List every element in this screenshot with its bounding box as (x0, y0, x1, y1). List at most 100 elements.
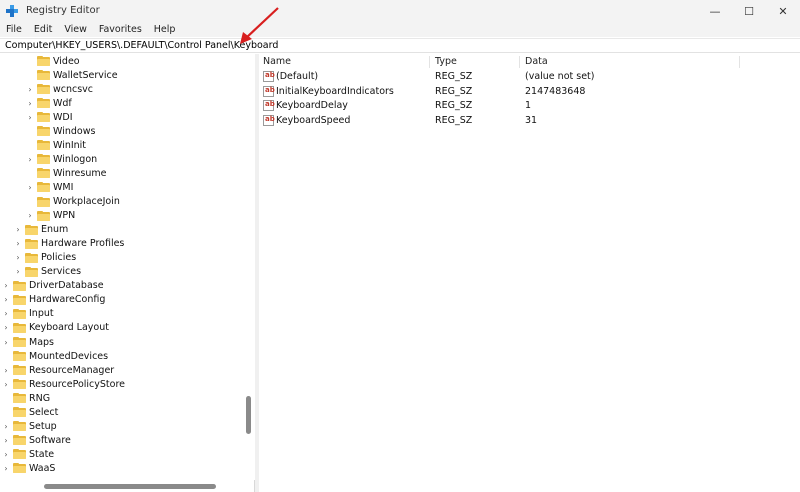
tree-item-label: Hardware Profiles (41, 238, 125, 250)
tree-item[interactable]: › Setup (2, 419, 57, 433)
column-header-name[interactable]: Name (263, 56, 291, 70)
menu-edit[interactable]: Edit (34, 24, 52, 35)
tree-item[interactable]: › HardwareConfig (2, 293, 105, 307)
tree-item-label: State (29, 448, 55, 460)
tree-item[interactable]: › Wdf (26, 96, 72, 110)
tree-item-label: ResourceManager (29, 364, 115, 376)
chevron-right-icon[interactable]: › (2, 380, 10, 389)
maximize-button[interactable]: ☐ (732, 0, 766, 22)
tree-item[interactable]: › Policies (14, 251, 76, 265)
tree-horizontal-scroll-thumb[interactable] (44, 484, 216, 489)
chevron-right-icon[interactable]: › (2, 281, 10, 290)
folder-icon (13, 449, 26, 460)
tree-item[interactable]: › Enum (14, 223, 68, 237)
tree-item[interactable]: MountedDevices (2, 349, 108, 363)
folder-icon (37, 182, 50, 193)
tree-item[interactable]: Video (26, 54, 80, 68)
value-row[interactable]: ab (Default) REG_SZ (value not set) (259, 70, 800, 84)
value-row[interactable]: ab KeyboardDelay REG_SZ 1 (259, 99, 800, 113)
chevron-right-icon[interactable]: › (14, 225, 22, 234)
tree-item[interactable]: › Hardware Profiles (14, 237, 124, 251)
tree-item-label: Wdf (53, 97, 72, 109)
chevron-right-icon[interactable]: › (26, 113, 34, 122)
folder-icon (37, 98, 50, 109)
value-type: REG_SZ (435, 71, 473, 82)
tree-item[interactable]: WinInit (26, 138, 86, 152)
tree-item[interactable]: › Software (2, 433, 71, 447)
chevron-right-icon[interactable]: › (2, 436, 10, 445)
menu-file[interactable]: File (6, 24, 22, 35)
chevron-right-icon[interactable]: › (26, 183, 34, 192)
tree-item[interactable]: › DriverDatabase (2, 279, 103, 293)
tree-item[interactable]: › Input (2, 307, 53, 321)
tree-item[interactable]: › WPN (26, 209, 75, 223)
tree-item-label: WalletService (53, 69, 118, 81)
chevron-right-icon[interactable]: › (26, 211, 34, 220)
tree-item[interactable]: › Services (14, 265, 81, 279)
value-row[interactable]: ab InitialKeyboardIndicators REG_SZ 2147483… (259, 85, 800, 99)
tree-item-label: Windows (53, 125, 96, 137)
tree-item[interactable]: › Winlogon (26, 152, 97, 166)
value-row[interactable]: ab KeyboardSpeed REG_SZ 31 (259, 114, 800, 128)
chevron-right-icon[interactable]: › (2, 295, 10, 304)
chevron-right-icon[interactable]: › (14, 267, 22, 276)
string-value-icon-text: ab (265, 115, 275, 124)
chevron-right-icon[interactable]: › (2, 323, 10, 332)
folder-icon (37, 168, 50, 179)
tree-item[interactable]: › wcncsvc (26, 82, 93, 96)
chevron-right-icon[interactable]: › (14, 253, 22, 262)
menu-view[interactable]: View (64, 24, 87, 35)
chevron-right-icon[interactable]: › (26, 155, 34, 164)
value-name: InitialKeyboardIndicators (276, 85, 394, 97)
tree-item[interactable]: › State (2, 447, 54, 461)
chevron-right-icon[interactable]: › (2, 309, 10, 318)
folder-icon (13, 322, 26, 333)
column-divider[interactable] (739, 56, 740, 68)
tree-item[interactable]: › ResourcePolicyStore (2, 377, 125, 391)
tree-item[interactable]: WorkplaceJoin (26, 195, 120, 209)
address-bar[interactable]: Computer\HKEY_USERS\.DEFAULT\Control Pan… (0, 38, 800, 53)
tree-item[interactable]: › ResourceManager (2, 363, 114, 377)
chevron-right-icon[interactable]: › (2, 450, 10, 459)
close-button[interactable]: ✕ (766, 0, 800, 22)
tree-item[interactable]: › Maps (2, 335, 54, 349)
folder-icon (13, 337, 26, 347)
chevron-right-icon[interactable]: › (14, 239, 22, 248)
folder-icon (25, 238, 38, 249)
chevron-right-icon[interactable]: › (2, 338, 10, 347)
chevron-right-icon[interactable]: › (26, 85, 34, 94)
tree-item-label: WaaS (29, 462, 56, 474)
tree-item-label: Winresume (53, 167, 107, 179)
column-divider[interactable] (519, 56, 520, 68)
tree-item[interactable]: › WDI (26, 110, 72, 124)
tree-item[interactable]: WalletService (26, 68, 118, 82)
menu-favorites[interactable]: Favorites (99, 24, 142, 35)
tree-item[interactable]: › Keyboard Layout (2, 321, 109, 335)
tree-horizontal-scrollbar[interactable] (0, 480, 243, 492)
minimize-button[interactable]: — (698, 0, 732, 22)
tree-item[interactable]: Select (2, 405, 58, 419)
tree-item[interactable]: Winresume (26, 166, 106, 180)
tree-item[interactable]: RNG (2, 391, 50, 405)
tree-item[interactable]: › WMI (26, 180, 73, 194)
folder-icon (37, 140, 50, 151)
menu-help[interactable]: Help (154, 24, 176, 35)
value-type: REG_SZ (435, 100, 473, 112)
tree-item[interactable]: › WaaS (2, 461, 55, 475)
tree-vertical-scroll-thumb[interactable] (246, 396, 251, 434)
value-type: REG_SZ (435, 85, 473, 97)
column-header-type[interactable]: Type (435, 56, 457, 70)
tree-item-label: WinInit (53, 139, 87, 151)
chevron-right-icon[interactable]: › (2, 366, 10, 375)
tree-item-label: Keyboard Layout (29, 322, 109, 334)
chevron-right-icon[interactable]: › (2, 464, 10, 473)
column-header-data[interactable]: Data (525, 56, 548, 70)
chevron-right-icon[interactable]: › (2, 422, 10, 431)
tree-vertical-scrollbar[interactable] (243, 54, 255, 480)
key-tree[interactable]: Video WalletService › wcncsvc › Wdf › WDI Window… (0, 54, 255, 492)
values-list[interactable]: Name Type Data ab (Default) REG_SZ (value n… (259, 54, 800, 492)
tree-item[interactable]: Windows (26, 124, 95, 138)
tree-item-label: Setup (29, 420, 57, 432)
chevron-right-icon[interactable]: › (26, 99, 34, 108)
column-divider[interactable] (429, 56, 430, 68)
